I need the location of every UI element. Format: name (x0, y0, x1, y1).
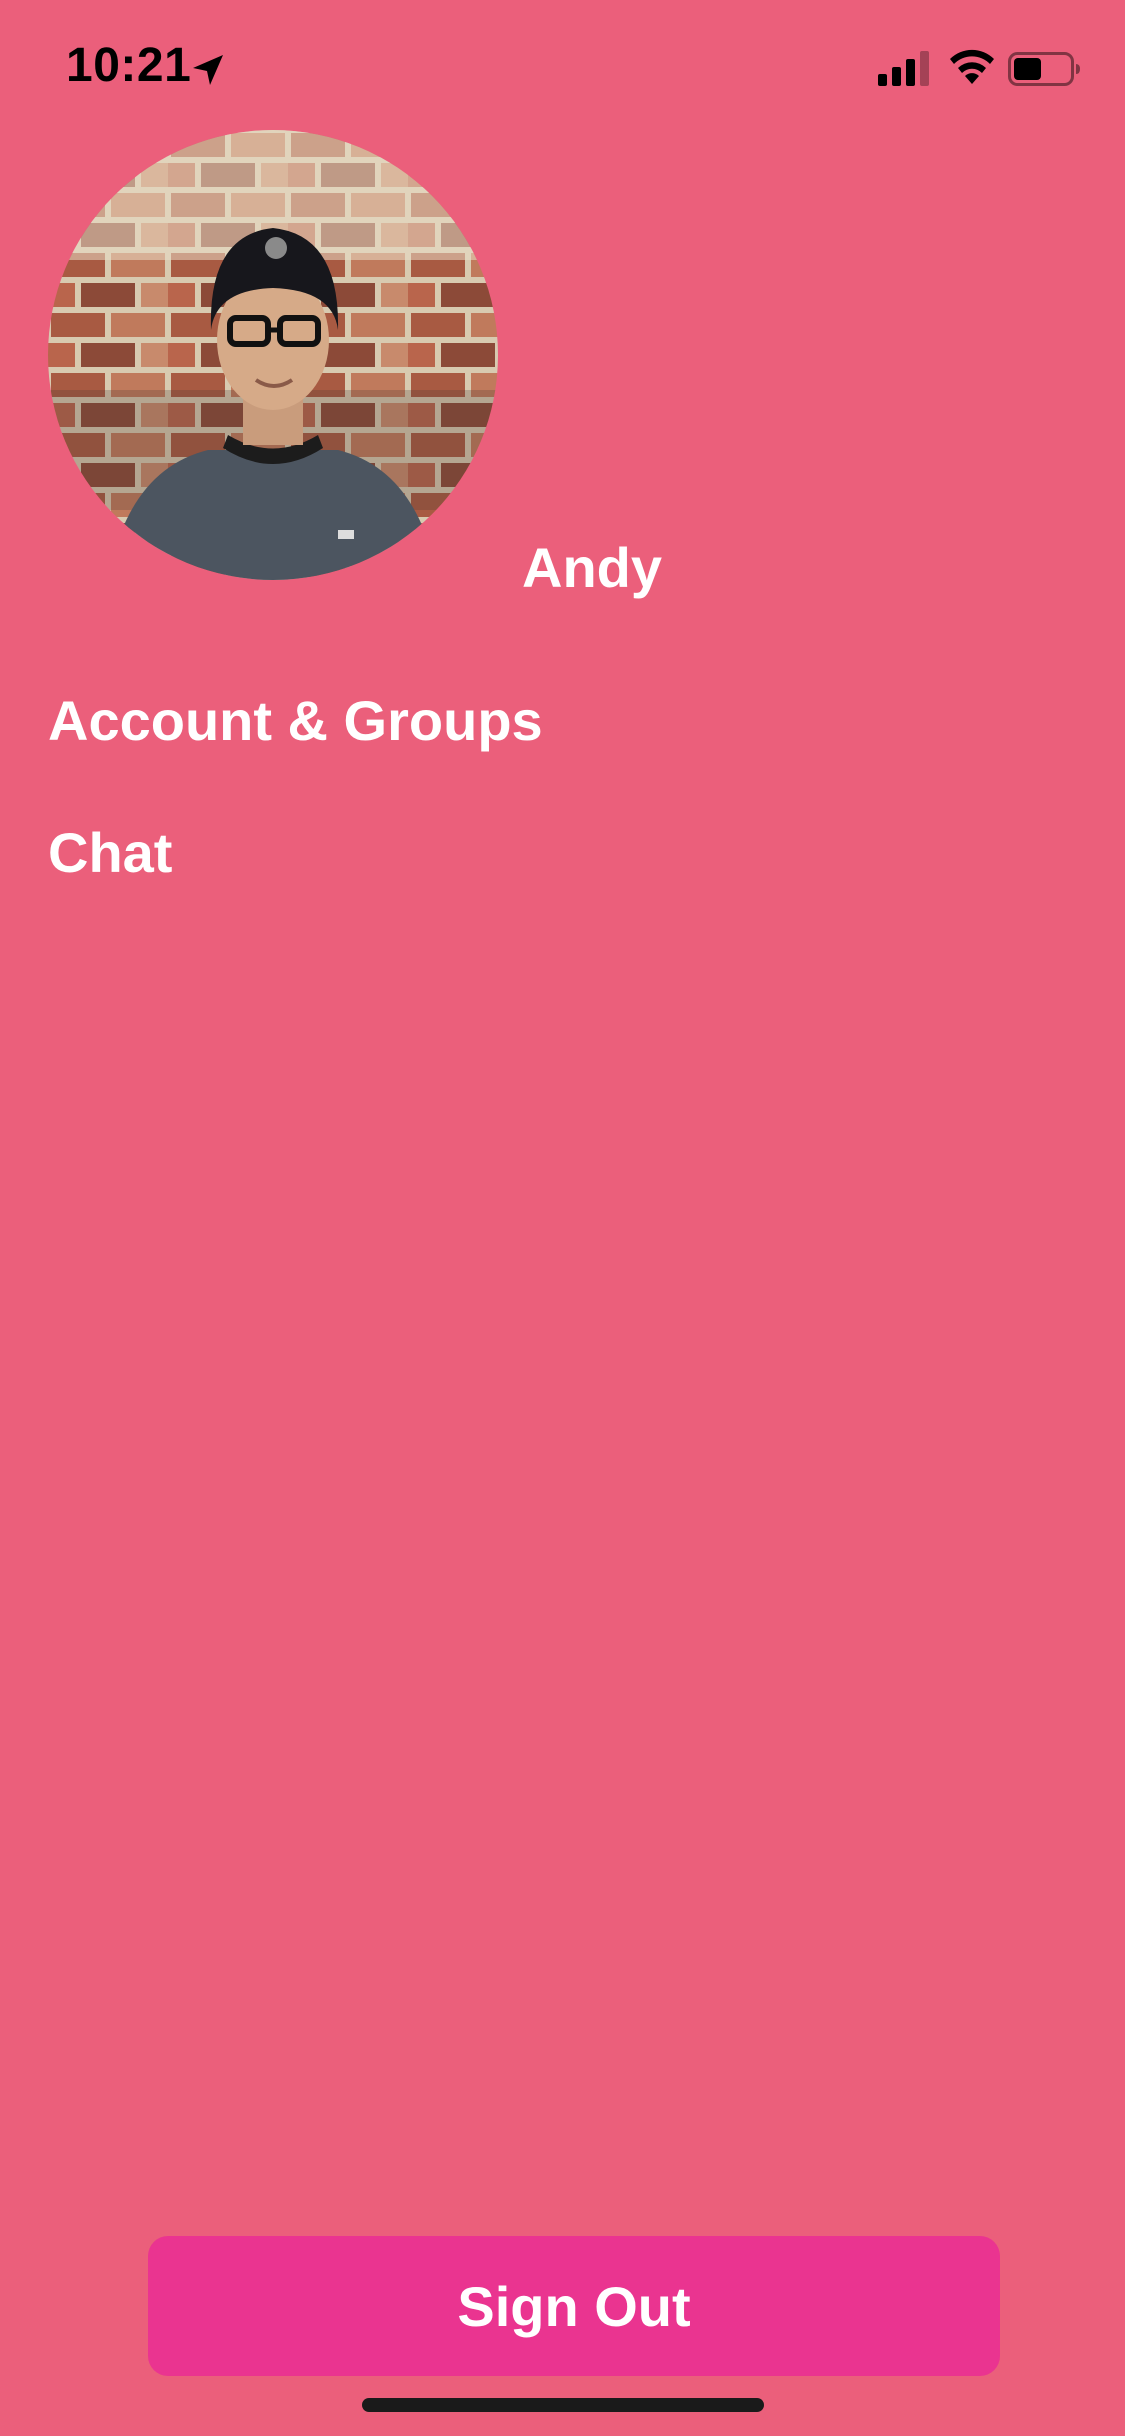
user-name: Andy (522, 536, 662, 599)
status-time: 10:21 (66, 39, 192, 92)
battery-icon (1008, 52, 1082, 86)
sign-out-button[interactable]: Sign Out (148, 2236, 1000, 2376)
status-bar: 10:21 (0, 0, 1125, 140)
home-indicator[interactable] (362, 2398, 764, 2412)
wifi-icon (948, 46, 996, 86)
location-arrow-icon (190, 52, 226, 88)
menu-item-chat[interactable]: Chat (48, 820, 172, 885)
cellular-signal-icon (878, 50, 934, 86)
menu-item-account-groups[interactable]: Account & Groups (48, 688, 543, 753)
avatar[interactable] (48, 130, 498, 580)
side-menu-screen: 10:21 Andy Account & Groups Chat Sign Ou… (0, 0, 1125, 2436)
profile-photo-icon (48, 130, 498, 580)
